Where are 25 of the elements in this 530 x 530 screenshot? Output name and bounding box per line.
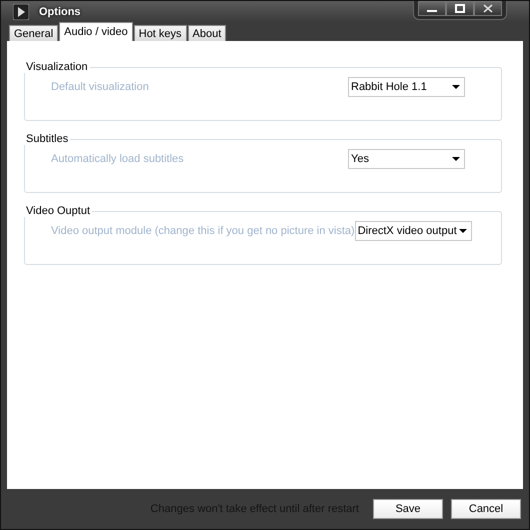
window-title: Options [39, 6, 81, 18]
close-button[interactable] [474, 1, 502, 16]
setting-label: Automatically load subtitles [51, 153, 184, 165]
cancel-button[interactable]: Cancel [451, 499, 521, 519]
tab[interactable]: Audio / video [59, 22, 133, 41]
tab[interactable]: General [9, 25, 58, 41]
app-icon [13, 4, 29, 20]
maximize-button[interactable] [446, 1, 474, 16]
group-title: Visualization [25, 61, 89, 73]
setting-label: Default visualization [51, 81, 149, 93]
group-title: Subtitles [25, 133, 70, 145]
tab[interactable]: About [188, 25, 226, 41]
minimize-button[interactable] [418, 1, 446, 16]
tab[interactable]: Hot keys [134, 25, 187, 41]
close-icon [483, 4, 493, 13]
dropdown-arrow-icon [452, 85, 460, 89]
dropdown-arrow-icon [452, 157, 460, 161]
maximize-icon [455, 4, 465, 13]
group-title: Video Ouptut [25, 205, 92, 217]
setting-label: Video output module (change this if you get no picture in vista) [51, 225, 355, 237]
dropdown-arrow-icon [458, 229, 467, 233]
dropdown[interactable]: Rabbit Hole 1.1 [348, 77, 465, 97]
save-button[interactable]: Save [373, 499, 443, 519]
dropdown[interactable]: DirectX video output [354, 221, 472, 241]
dropdown[interactable]: Yes [348, 149, 465, 169]
